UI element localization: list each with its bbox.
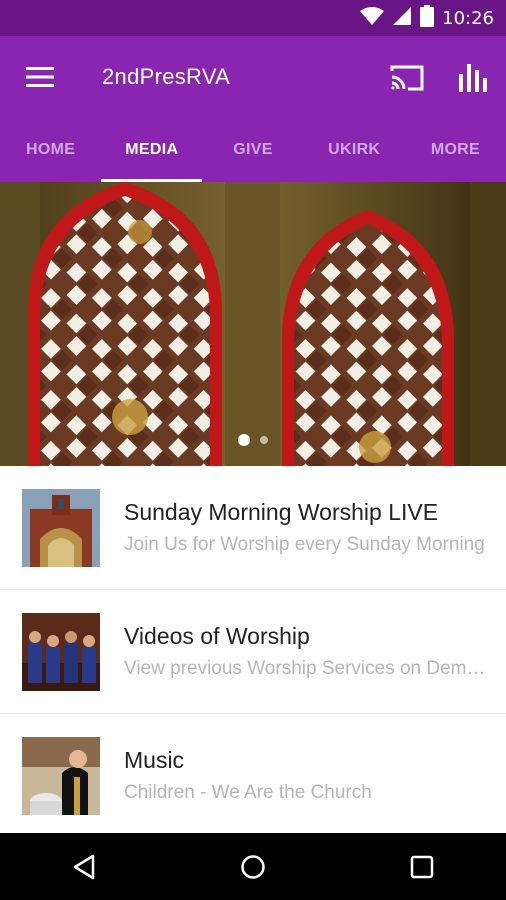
battery-icon <box>420 4 435 32</box>
tab-more[interactable]: MORE <box>405 118 506 182</box>
list-item[interactable]: Videos of Worship View previous Worship … <box>0 590 506 714</box>
tab-home[interactable]: HOME <box>0 118 101 182</box>
cast-icon[interactable] <box>374 36 440 118</box>
clock: 10:26 <box>442 7 494 29</box>
home-icon[interactable] <box>203 833 303 900</box>
back-icon[interactable] <box>34 833 134 900</box>
hamburger-menu-icon[interactable] <box>0 36 80 118</box>
choir-thumbnail <box>22 612 100 691</box>
hero-carousel[interactable] <box>0 182 506 466</box>
app-bar: 2ndPresRVA <box>0 36 506 118</box>
equalizer-icon[interactable] <box>440 36 506 118</box>
item-title: Sunday Morning Worship LIVE <box>124 499 439 525</box>
list-item[interactable]: Music Children - We Are the Church <box>0 714 506 838</box>
carousel-dot-2[interactable] <box>260 436 268 444</box>
tab-bar: HOME MEDIA GIVE UKIRK MORE <box>0 118 506 182</box>
system-nav-bar <box>0 833 506 900</box>
status-bar: 10:26 <box>0 0 506 36</box>
tab-give[interactable]: GIVE <box>202 118 303 182</box>
item-subtitle: Join Us for Worship every Sunday Morning <box>124 534 485 555</box>
app-title: 2ndPresRVA <box>102 64 231 89</box>
carousel-dot-1[interactable] <box>238 434 250 446</box>
item-subtitle: Children - We Are the Church <box>124 782 372 803</box>
item-title: Videos of Worship <box>124 623 310 649</box>
stained-glass-image <box>0 182 506 466</box>
item-title: Music <box>124 747 185 773</box>
list-item[interactable]: Sunday Morning Worship LIVE Join Us for … <box>0 466 506 590</box>
wifi-icon <box>360 6 385 31</box>
media-list: Sunday Morning Worship LIVE Join Us for … <box>0 466 506 838</box>
tab-media[interactable]: MEDIA <box>101 118 203 182</box>
church-exterior-thumbnail <box>22 488 100 567</box>
recents-icon[interactable] <box>372 833 472 900</box>
tab-ukirk[interactable]: UKIRK <box>304 118 405 182</box>
item-subtitle: View previous Worship Services on Demand <box>124 658 494 679</box>
cell-signal-icon <box>392 6 412 31</box>
carousel-indicator <box>0 434 506 446</box>
pastor-thumbnail <box>22 736 100 815</box>
